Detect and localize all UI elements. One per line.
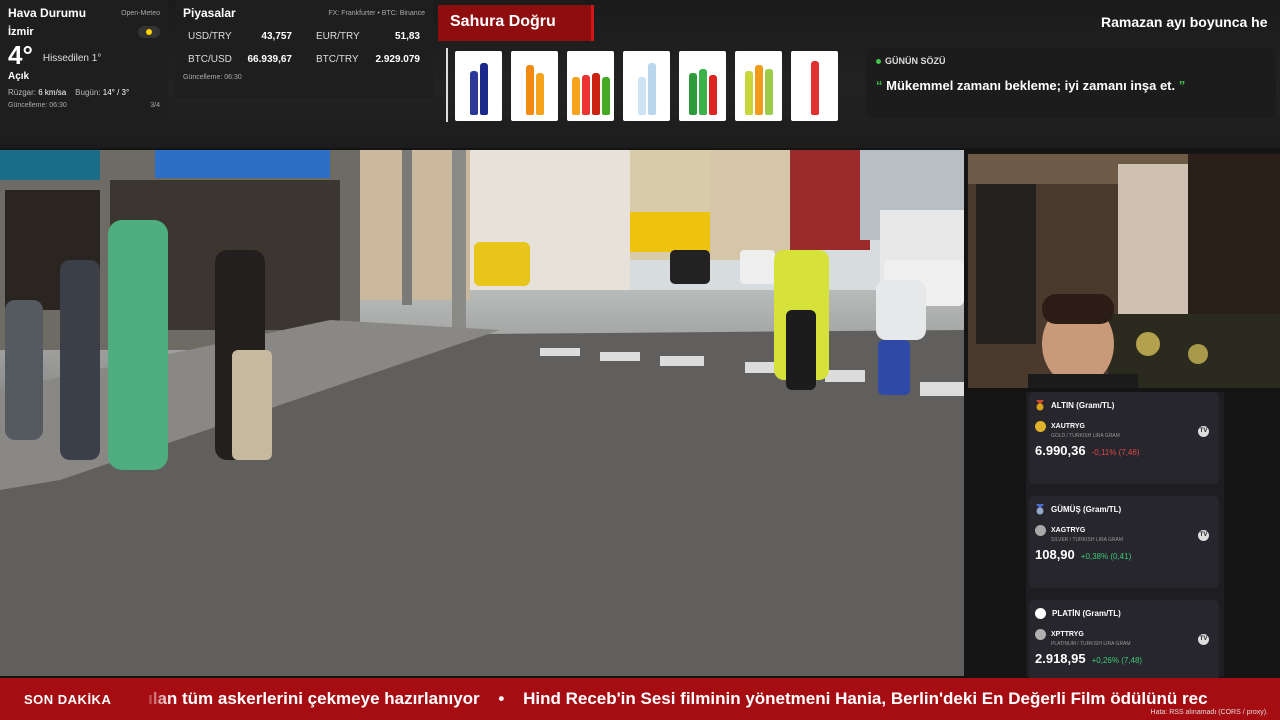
rate-btc-try: BTC/TRY 2.929.079 bbox=[311, 51, 425, 68]
sun-icon bbox=[138, 26, 160, 38]
close-quote-icon: ” bbox=[1178, 78, 1186, 93]
metal-title: ALTIN (Gram/TL) bbox=[1051, 401, 1115, 410]
ticker-fade bbox=[142, 678, 172, 720]
weather-temperature: 4° bbox=[8, 40, 33, 70]
product-strip bbox=[446, 48, 856, 122]
metal-change: -0,11% (7,46) bbox=[1091, 448, 1140, 457]
breaking-news-label: SON DAKİKA bbox=[0, 678, 142, 720]
weather-feels-like: Hissedilen 1° bbox=[42, 53, 102, 64]
metal-change: +0,38% (0,41) bbox=[1080, 552, 1132, 561]
metal-card-gold: ALTIN (Gram/TL) XAUTRYG GOLD / TURKISH L… bbox=[1029, 392, 1219, 484]
markets-source: FX: Frankfurter • BTC: Binance bbox=[328, 9, 425, 17]
weather-details: Rüzgar: 6 km/sa Bugün: 14° / 3° bbox=[8, 88, 160, 97]
metal-symbol: XAGTRYG bbox=[1051, 527, 1086, 534]
rate-btc-usd: BTC/USD 66.939,67 bbox=[183, 51, 297, 68]
metal-price: 6.990,36 bbox=[1035, 443, 1086, 458]
product-image bbox=[511, 51, 558, 121]
product-image bbox=[623, 51, 670, 121]
weather-page: 3/4 bbox=[150, 102, 160, 109]
status-dot-icon bbox=[876, 58, 881, 64]
product-image bbox=[567, 51, 614, 121]
weather-source: Open-Meteo bbox=[121, 9, 160, 17]
weather-title: Hava Durumu bbox=[8, 6, 87, 20]
street-video-feed bbox=[0, 150, 964, 676]
metal-symbol: XPTTRYG bbox=[1051, 631, 1084, 638]
product-image bbox=[455, 51, 502, 121]
metal-symbol: XAUTRYG bbox=[1051, 423, 1085, 430]
ticker-item: ılan tüm askerlerini çekmeye hazırlanıyo… bbox=[148, 689, 480, 708]
today-label: Bugün: bbox=[75, 88, 101, 97]
wind-label: Rüzgar: bbox=[8, 88, 37, 97]
tradingview-icon[interactable]: TV bbox=[1198, 530, 1209, 541]
rate-value: 66.939,67 bbox=[247, 54, 293, 65]
today-value: 14° / 3° bbox=[102, 88, 130, 97]
top-bar: Hava Durumu Open-Meteo İzmir 4° Hissedil… bbox=[0, 0, 1280, 148]
metal-price: 108,90 bbox=[1035, 547, 1075, 562]
metal-title: PLATİN (Gram/TL) bbox=[1052, 609, 1121, 618]
silver-coin-icon bbox=[1035, 525, 1046, 536]
markets-updated: Güncelleme: 06:30 bbox=[183, 74, 242, 81]
silver-medal-icon bbox=[1036, 504, 1044, 515]
webcam-feed bbox=[968, 154, 1280, 388]
tradingview-icon[interactable]: TV bbox=[1198, 426, 1209, 437]
product-image bbox=[791, 51, 838, 121]
ticker-text: ılan tüm askerlerini çekmeye hazırlanıyo… bbox=[148, 689, 1208, 709]
markets-widget: Piyasalar FX: Frankfurter • BTC: Binance… bbox=[175, 0, 433, 98]
breaking-news-ticker: SON DAKİKA ılan tüm askerlerini çekmeye … bbox=[0, 678, 1280, 720]
ticker-item: Hind Receb'in Sesi filminin yönetmeni Ha… bbox=[523, 689, 1208, 708]
wind-value: 6 km/sa bbox=[38, 88, 67, 97]
quote-text: Mükemmel zamanı bekleme; iyi zamanı inşa… bbox=[886, 78, 1176, 93]
top-marquee-text: Ramazan ayı boyunca he bbox=[1101, 14, 1268, 30]
product-image bbox=[679, 51, 726, 121]
gold-medal-icon bbox=[1036, 400, 1044, 411]
metal-card-silver: GÜMÜŞ (Gram/TL) XAGTRYG SILVER / TURKISH… bbox=[1029, 496, 1219, 588]
markets-title: Piyasalar bbox=[183, 6, 236, 20]
metals-panel: ALTIN (Gram/TL) XAUTRYG GOLD / TURKISH L… bbox=[1026, 392, 1224, 692]
weather-city: İzmir bbox=[8, 26, 34, 38]
rate-pair: USD/TRY bbox=[188, 31, 232, 42]
rate-usd-try: USD/TRY 43,757 bbox=[183, 28, 297, 45]
rate-pair: BTC/USD bbox=[188, 54, 232, 65]
metal-price: 2.918,95 bbox=[1035, 651, 1086, 666]
metal-change: +0,26% (7,48) bbox=[1091, 656, 1143, 665]
weather-condition: Açık bbox=[8, 71, 30, 82]
rate-eur-try: EUR/TRY 51,83 bbox=[311, 28, 425, 45]
ticker-error-text: Hata: RSS alınamadı (CORS / proxy). bbox=[1150, 709, 1268, 716]
weather-widget: Hava Durumu Open-Meteo İzmir 4° Hissedil… bbox=[0, 0, 168, 130]
metal-subtitle: GOLD / TURKISH LIRA GRAM bbox=[1051, 433, 1120, 439]
rate-value: 51,83 bbox=[394, 31, 420, 42]
product-image bbox=[735, 51, 782, 121]
weather-updated: Güncelleme: 06:30 bbox=[8, 102, 67, 109]
rate-pair: BTC/TRY bbox=[316, 54, 359, 65]
ticker-separator: • bbox=[498, 689, 505, 708]
platinum-coin-icon bbox=[1035, 629, 1046, 640]
platinum-dot-icon bbox=[1035, 608, 1046, 619]
metal-subtitle: PLATINUM / TURKISH LIRA GRAM bbox=[1051, 641, 1131, 647]
quote-title: GÜNÜN SÖZÜ bbox=[885, 56, 946, 66]
open-quote-icon: “ bbox=[876, 78, 883, 93]
quote-of-the-day: GÜNÜN SÖZÜ “ Mükemmel zamanı bekleme; iy… bbox=[866, 48, 1276, 118]
gold-coin-icon bbox=[1035, 421, 1046, 432]
metal-subtitle: SILVER / TURKISH LIRA GRAM bbox=[1051, 537, 1124, 543]
metal-title: GÜMÜŞ (Gram/TL) bbox=[1051, 505, 1122, 514]
rate-value: 2.929.079 bbox=[375, 54, 421, 65]
rates-grid: USD/TRY 43,757 EUR/TRY 51,83 BTC/USD 66.939… bbox=[183, 28, 425, 68]
sahur-countdown-title: Sahura Doğru bbox=[438, 5, 594, 41]
rate-value: 43,757 bbox=[261, 31, 292, 42]
rate-pair: EUR/TRY bbox=[316, 31, 360, 42]
tradingview-icon[interactable]: TV bbox=[1198, 634, 1209, 645]
